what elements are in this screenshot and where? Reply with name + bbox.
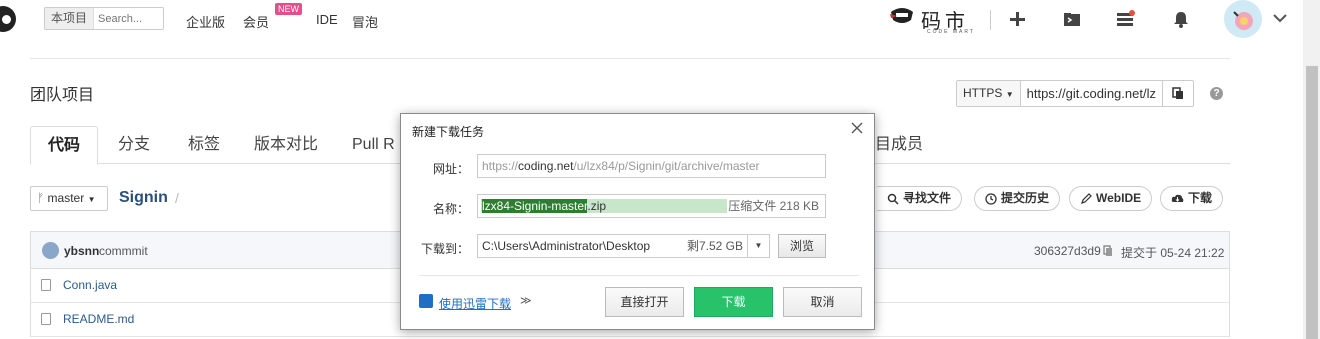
download-label: 下载 bbox=[1188, 191, 1213, 205]
save-path: C:\Users\Administrator\Desktop bbox=[482, 239, 651, 253]
caret-down-icon: ▼ bbox=[1005, 90, 1014, 99]
webide-button[interactable]: WebIDE bbox=[1069, 186, 1153, 211]
tab-tags[interactable]: 标签 bbox=[176, 126, 232, 164]
search-box[interactable]: 本项目 bbox=[44, 7, 164, 30]
nav-ide[interactable]: IDE bbox=[316, 12, 338, 27]
tab-compare[interactable]: 版本对比 bbox=[250, 126, 322, 164]
edit-icon bbox=[1081, 192, 1092, 204]
header-divider bbox=[30, 58, 1230, 59]
coding-logo-icon[interactable] bbox=[0, 6, 16, 32]
free-space: 剩7.52 GB bbox=[686, 239, 743, 253]
chevron-down-icon[interactable] bbox=[1272, 10, 1288, 26]
filename-ext: .zip bbox=[587, 199, 607, 213]
search-icon bbox=[887, 193, 899, 205]
search-input[interactable] bbox=[98, 12, 163, 25]
committer-avatar[interactable] bbox=[42, 242, 59, 259]
dialog-title: 新建下载任务 bbox=[412, 125, 485, 139]
caret-down-icon: ▼ bbox=[87, 195, 96, 204]
url-prefix: https:// bbox=[482, 159, 519, 173]
nav-divider bbox=[990, 10, 991, 30]
browse-button[interactable]: 浏览 bbox=[778, 234, 826, 258]
commit-history-label: 提交历史 bbox=[1001, 191, 1050, 205]
close-icon[interactable] bbox=[850, 121, 864, 135]
save-path-select[interactable]: C:\Users\Administrator\Desktop 剩7.52 GB … bbox=[477, 234, 770, 258]
copy-button[interactable] bbox=[1163, 81, 1193, 106]
bell-icon[interactable] bbox=[1169, 8, 1193, 30]
committer-name[interactable]: ybsnn bbox=[64, 244, 99, 258]
tasks-icon[interactable] bbox=[1114, 8, 1138, 30]
path-separator: / bbox=[175, 190, 179, 206]
branch-name: master bbox=[47, 191, 85, 205]
tab-branches[interactable]: 分支 bbox=[106, 126, 162, 164]
dialog-divider bbox=[419, 275, 859, 276]
commit-history-button[interactable]: 提交历史 bbox=[974, 186, 1061, 211]
find-file-label: 寻找文件 bbox=[903, 191, 952, 205]
save-to-label: 下载到： bbox=[420, 242, 469, 256]
copy-icon bbox=[1171, 87, 1183, 99]
scrollbar-thumb[interactable] bbox=[1306, 66, 1318, 339]
clock-icon bbox=[985, 192, 997, 205]
help-icon[interactable]: ? bbox=[1210, 87, 1223, 100]
nav-enterprise[interactable]: 企业版 bbox=[186, 12, 225, 31]
filename-field[interactable]: lzx84-Signin-master.zip 压缩文件 218 KB bbox=[477, 194, 826, 218]
plus-icon[interactable] bbox=[1005, 8, 1029, 30]
download-button[interactable]: 下载 bbox=[1160, 186, 1224, 211]
copy-icon[interactable] bbox=[1103, 245, 1113, 257]
tab-code[interactable]: 代码 bbox=[30, 126, 98, 165]
webide-label: WebIDE bbox=[1096, 191, 1142, 205]
terminal-icon[interactable] bbox=[1060, 8, 1084, 30]
tab-members[interactable]: 目成员 bbox=[875, 126, 931, 164]
protocol-select[interactable]: HTTPS ▼ bbox=[957, 81, 1021, 106]
clone-url-field[interactable]: https://git.coding.net/lz bbox=[1021, 81, 1163, 106]
file-icon bbox=[41, 279, 51, 291]
new-badge: NEW bbox=[275, 3, 302, 15]
find-file-button[interactable]: 寻找文件 bbox=[877, 186, 963, 211]
user-avatar[interactable] bbox=[1224, 0, 1262, 38]
ninja-icon bbox=[890, 8, 913, 23]
new-download-dialog: 新建下载任务 网址： https://coding.net/u/lzx84/p/… bbox=[400, 113, 875, 330]
url-path: /u/lzx84/p/Signin/git/archive/master bbox=[573, 159, 760, 173]
open-directly-button[interactable]: 直接打开 bbox=[605, 287, 684, 317]
clone-url-box: HTTPS ▼ https://git.coding.net/lz bbox=[956, 80, 1194, 107]
cancel-button[interactable]: 取消 bbox=[783, 287, 862, 317]
commit-message: commmit bbox=[99, 244, 148, 258]
url-label: 网址： bbox=[432, 162, 469, 176]
search-scope[interactable]: 本项目 bbox=[45, 8, 95, 29]
nav-bubble[interactable]: 冒泡 bbox=[352, 12, 378, 31]
page-title: 团队项目 bbox=[30, 87, 95, 104]
cloud-download-icon bbox=[1171, 194, 1184, 202]
protocol-label: HTTPS bbox=[963, 86, 1003, 100]
brand-subtext: CODE MART bbox=[927, 29, 975, 35]
branch-icon: ᚠ bbox=[37, 191, 45, 205]
file-name[interactable]: Conn.java bbox=[63, 278, 117, 292]
branch-selector[interactable]: ᚠ master ▼ bbox=[30, 186, 108, 211]
commit-hash[interactable]: 306327d3d9 bbox=[1034, 244, 1101, 258]
use-xunlei-link[interactable]: 使用迅雷下载 bbox=[439, 295, 511, 312]
expand-chevron-icon[interactable]: ≫ bbox=[520, 294, 532, 307]
filename-base: lzx84-Signin-master bbox=[482, 199, 588, 213]
nav-membership[interactable]: 会员 bbox=[243, 12, 269, 31]
file-name[interactable]: README.md bbox=[63, 312, 134, 326]
name-label: 名称： bbox=[432, 202, 469, 216]
url-field[interactable]: https://coding.net/u/lzx84/p/Signin/git/… bbox=[477, 154, 826, 178]
repo-name[interactable]: Signin bbox=[119, 189, 168, 207]
url-host: coding.net bbox=[518, 159, 574, 173]
xunlei-icon bbox=[419, 294, 433, 308]
file-type-size: 压缩文件 218 KB bbox=[728, 199, 819, 213]
commit-time: 提交于 05-24 21:22 bbox=[1121, 246, 1225, 260]
file-icon bbox=[41, 313, 51, 325]
top-navbar: 本项目 企业版 会员 NEW IDE 冒泡 码市 CODE MART bbox=[0, 0, 1303, 40]
codemart-logo[interactable]: 码市 CODE MART bbox=[885, 2, 983, 36]
download-confirm-button[interactable]: 下载 bbox=[694, 287, 773, 317]
caret-down-icon[interactable]: ▼ bbox=[747, 235, 769, 257]
